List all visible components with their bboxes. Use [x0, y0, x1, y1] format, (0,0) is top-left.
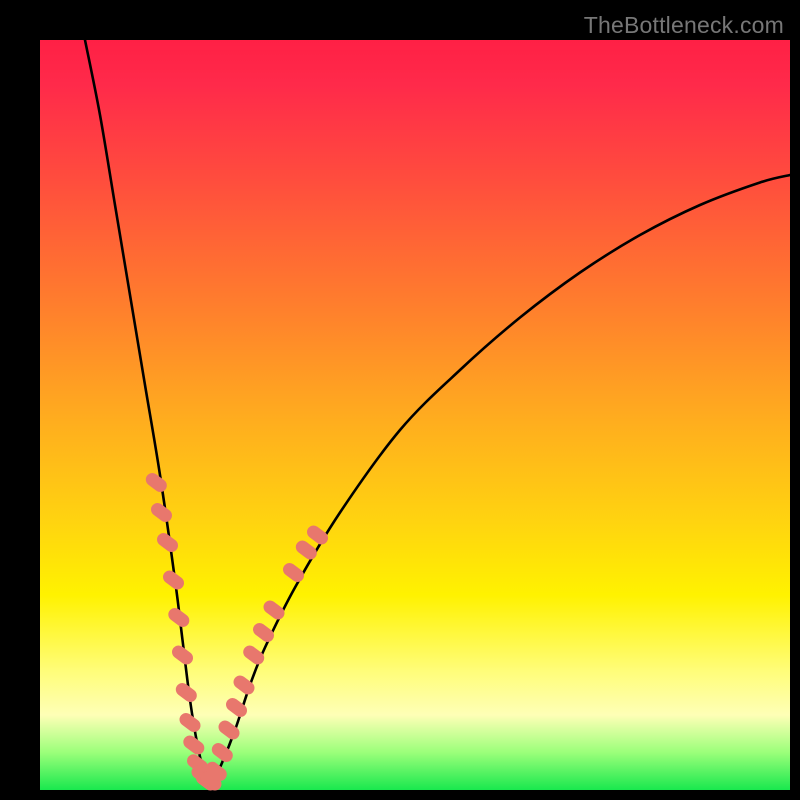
chart-frame: TheBottleneck.com — [0, 0, 800, 800]
plot-area — [40, 40, 790, 790]
curve-markers — [152, 480, 321, 785]
curve-marker — [190, 742, 198, 748]
curve-marker — [314, 532, 322, 538]
curve-marker — [207, 778, 215, 784]
curve-marker — [302, 547, 310, 553]
curve-marker — [158, 510, 166, 516]
curve-marker — [212, 768, 220, 774]
curve-marker — [233, 705, 241, 711]
curve-marker — [260, 630, 268, 636]
curve-marker — [270, 607, 278, 613]
chart-svg — [40, 40, 790, 790]
curve-marker — [186, 720, 194, 726]
curve-marker — [290, 570, 298, 576]
curve-marker — [170, 577, 178, 583]
curve-marker — [240, 682, 248, 688]
curve-marker — [250, 652, 258, 658]
curve-marker — [182, 690, 190, 696]
curve-marker — [152, 480, 160, 486]
curve-marker — [164, 540, 172, 546]
watermark-text: TheBottleneck.com — [584, 12, 784, 39]
curve-marker — [225, 727, 233, 733]
bottleneck-curve — [85, 40, 790, 783]
curve-marker — [218, 750, 226, 756]
curve-marker — [179, 652, 187, 658]
curve-marker — [175, 615, 183, 621]
